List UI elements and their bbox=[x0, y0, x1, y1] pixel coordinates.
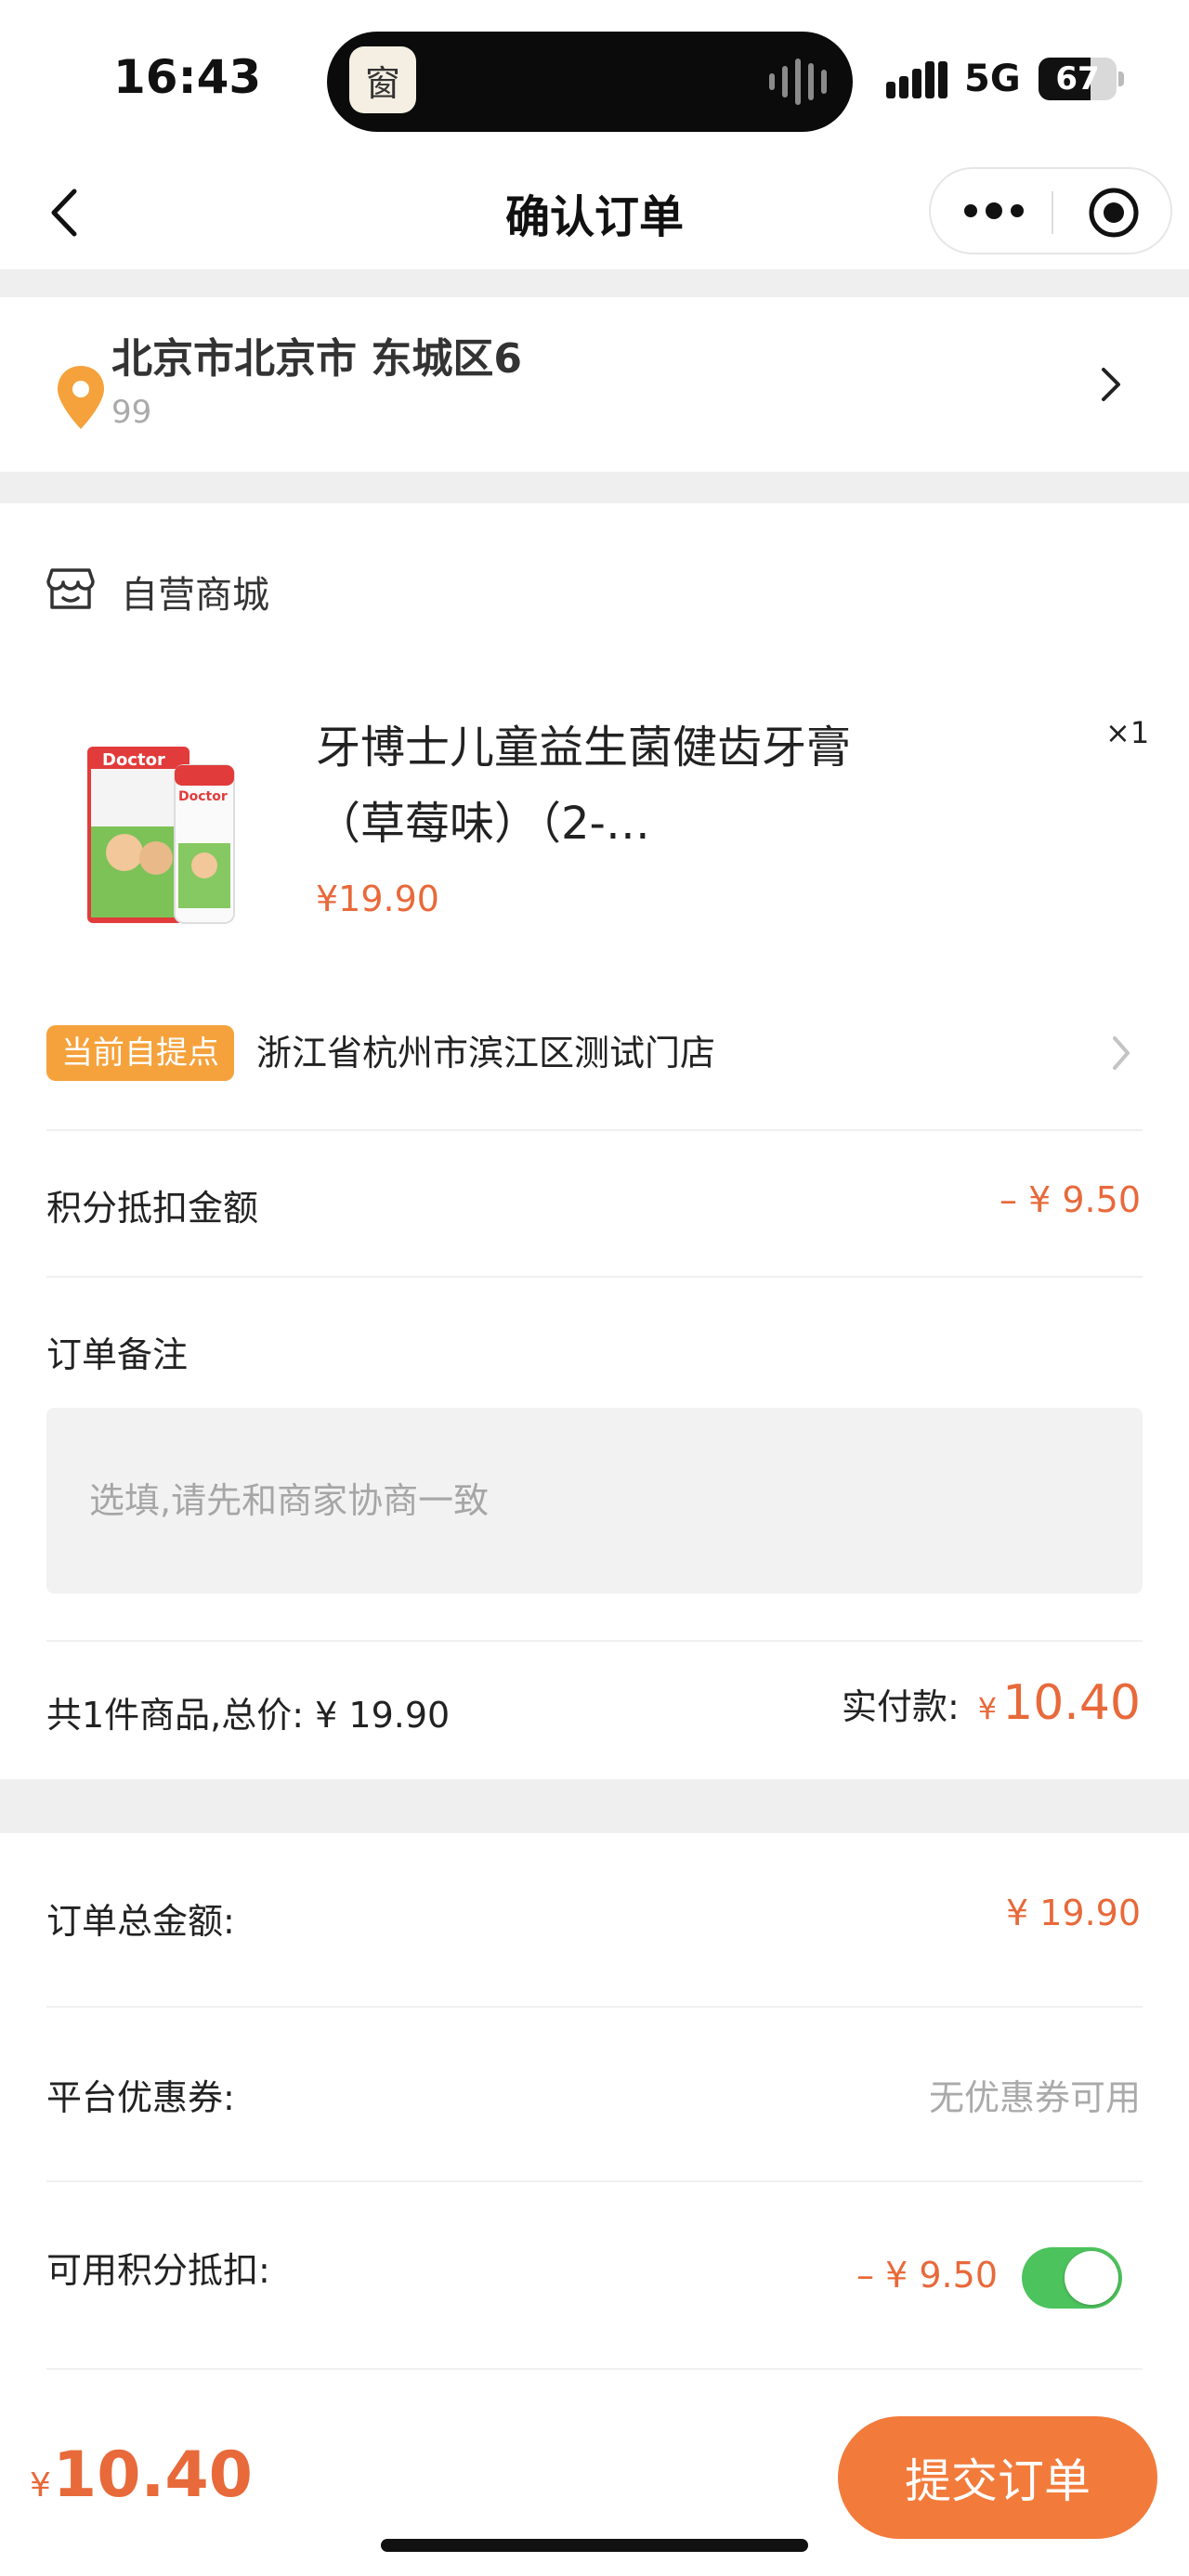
status-time: 16:43 bbox=[113, 50, 262, 104]
bottom-total: ¥ 10.40 bbox=[30, 2439, 253, 2512]
currency-symbol: ¥ bbox=[977, 1691, 998, 1726]
product-brand-text: Doctor bbox=[102, 750, 165, 770]
location-pin-icon bbox=[58, 366, 104, 429]
remark-label: 订单备注 bbox=[46, 1334, 189, 1375]
mini-program-capsule bbox=[929, 167, 1172, 254]
order-card: 自营商城 Doctor Doctor 牙博士儿童益生菌健齿牙膏（草莓味）（2-…… bbox=[0, 503, 1189, 1779]
address-line-2: 99 bbox=[111, 394, 152, 431]
capsule-divider bbox=[1052, 191, 1053, 234]
address-card[interactable]: 北京市北京市 东城区6 99 bbox=[0, 297, 1189, 472]
store-name: 自营商城 bbox=[121, 574, 269, 617]
chevron-right-icon bbox=[1102, 368, 1120, 401]
remark-input[interactable] bbox=[46, 1408, 1143, 1594]
pickup-address[interactable]: 浙江省杭州市滨江区测试门店 bbox=[256, 1029, 715, 1077]
address-line-1: 北京市北京市 东城区6 bbox=[111, 335, 522, 383]
totals-card: 订单总金额: ¥ 19.90 平台优惠券: 无优惠券可用 可用积分抵扣: – ¥… bbox=[0, 1833, 1189, 2390]
order-total-value: ¥ 19.90 bbox=[1005, 1893, 1141, 1933]
summary-total-items: 共1件商品,总价: ¥ 19.90 bbox=[46, 1695, 451, 1736]
home-indicator[interactable] bbox=[381, 2539, 808, 2552]
currency-symbol: ¥ bbox=[30, 2466, 51, 2504]
product-quantity: ×1 bbox=[1105, 715, 1150, 750]
payable-amount: 10.40 bbox=[1002, 1675, 1141, 1731]
divider bbox=[46, 2368, 1143, 2370]
status-bar: 16:43 窗 5G 67 bbox=[0, 0, 1189, 158]
coupon-value[interactable]: 无优惠券可用 bbox=[929, 2069, 1141, 2120]
points-toggle[interactable] bbox=[1022, 2247, 1122, 2309]
product-name[interactable]: 牙博士儿童益生菌健齿牙膏（草莓味）（2-… bbox=[316, 709, 855, 862]
divider bbox=[46, 1276, 1143, 1278]
order-total-label: 订单总金额: bbox=[46, 1901, 235, 1942]
submit-order-button[interactable]: 提交订单 bbox=[838, 2416, 1157, 2539]
pickup-tag: 当前自提点 bbox=[46, 1025, 234, 1081]
svg-text:Doctor: Doctor bbox=[178, 789, 228, 804]
divider bbox=[46, 2180, 1143, 2182]
toggle-knob bbox=[1065, 2251, 1118, 2305]
divider bbox=[46, 1129, 1143, 1131]
app-thumbnail-icon: 窗 bbox=[349, 46, 416, 113]
product-image[interactable]: Doctor Doctor bbox=[82, 713, 245, 929]
coupon-label: 平台优惠券: bbox=[46, 2077, 235, 2118]
signal-strength-icon bbox=[886, 61, 947, 98]
target-circle-icon[interactable] bbox=[1087, 186, 1141, 240]
chevron-left-icon[interactable] bbox=[41, 184, 89, 241]
battery-icon: 67 bbox=[1039, 58, 1124, 100]
audio-wave-icon bbox=[769, 58, 827, 106]
available-points-value: – ¥ 9.50 bbox=[856, 2255, 998, 2296]
store-icon bbox=[46, 568, 95, 609]
bottom-total-amount: 10.40 bbox=[52, 2439, 253, 2512]
navigation-bar: 确认订单 bbox=[0, 158, 1189, 269]
product-price: ¥19.90 bbox=[316, 878, 439, 919]
divider bbox=[46, 2006, 1143, 2008]
network-type: 5G bbox=[964, 58, 1021, 100]
battery-level: 67 bbox=[1055, 60, 1100, 98]
dynamic-island: 窗 bbox=[327, 32, 853, 132]
summary-payable: 实付款: ¥ 10.40 bbox=[842, 1675, 1141, 1731]
points-deduction-value: – ¥ 9.50 bbox=[1000, 1179, 1141, 1220]
available-points-label: 可用积分抵扣: bbox=[46, 2250, 270, 2291]
payable-label: 实付款: bbox=[841, 1686, 960, 1727]
divider bbox=[46, 1640, 1143, 1642]
more-dots-icon[interactable] bbox=[964, 188, 1024, 234]
chevron-right-icon[interactable] bbox=[1107, 1031, 1135, 1075]
points-deduction-label: 积分抵扣金额 bbox=[46, 1188, 259, 1229]
